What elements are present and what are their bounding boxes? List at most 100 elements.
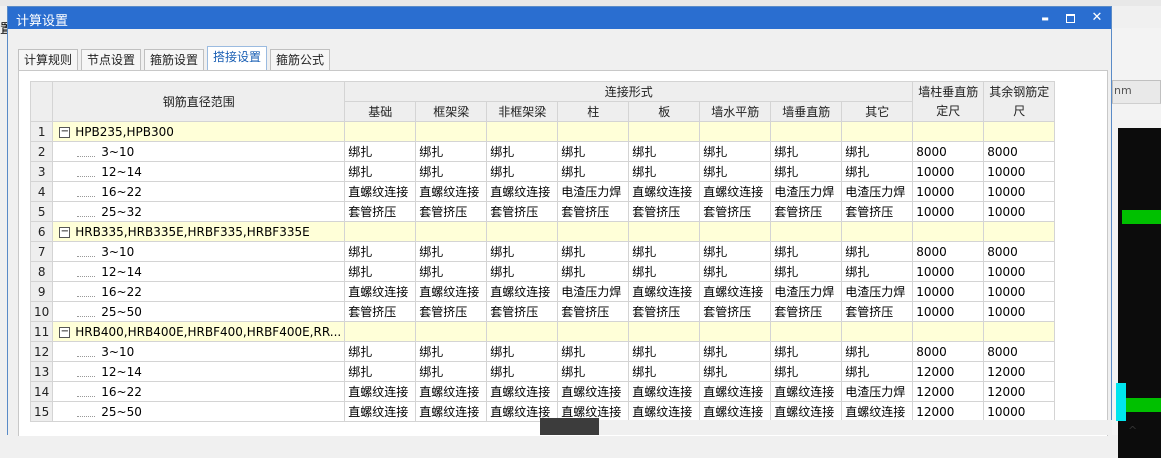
connection-type-cell[interactable]: 绑扎	[486, 361, 559, 382]
connection-type-cell[interactable]: 绑扎	[557, 361, 630, 382]
group-empty-cell[interactable]	[912, 321, 985, 342]
connection-type-cell[interactable]: 绑扎	[557, 161, 630, 182]
group-empty-cell[interactable]	[415, 221, 488, 242]
connection-type-cell[interactable]: 绑扎	[486, 141, 559, 162]
group-row[interactable]: 6− HRB335,HRB335E,HRBF335,HRBF335E	[30, 221, 1056, 242]
connection-type-cell[interactable]: 直螺纹连接	[415, 401, 488, 422]
grade-group-label[interactable]: − HPB235,HPB300	[52, 121, 346, 142]
length-cell[interactable]: 10000	[912, 161, 985, 182]
connection-type-cell[interactable]: 套管挤压	[415, 301, 488, 322]
connection-type-cell[interactable]: 绑扎	[841, 161, 914, 182]
length-cell[interactable]: 10000	[983, 281, 1056, 302]
length-cell[interactable]: 12000	[912, 401, 985, 422]
tab-node-settings[interactable]: 节点设置	[81, 49, 142, 70]
diameter-range-cell[interactable]: 16~22	[52, 381, 346, 402]
connection-type-cell[interactable]: 绑扎	[344, 361, 417, 382]
connection-type-cell[interactable]: 绑扎	[415, 161, 488, 182]
connection-type-cell[interactable]: 直螺纹连接	[628, 401, 701, 422]
length-cell[interactable]: 8000	[983, 141, 1056, 162]
connection-type-cell[interactable]: 直螺纹连接	[770, 401, 843, 422]
diameter-range-cell[interactable]: 25~50	[52, 301, 346, 322]
group-empty-cell[interactable]	[344, 121, 417, 142]
connection-type-cell[interactable]: 套管挤压	[415, 201, 488, 222]
table-row[interactable]: 14 16~22 直螺纹连接 直螺纹连接 直螺纹连接 直螺纹连接 直螺纹连接 直螺纹连接 直螺纹…	[30, 381, 1056, 402]
connection-type-cell[interactable]: 绑扎	[770, 161, 843, 182]
connection-type-cell[interactable]: 绑扎	[699, 361, 772, 382]
connection-type-cell[interactable]: 绑扎	[486, 241, 559, 262]
connection-type-cell[interactable]: 绑扎	[628, 161, 701, 182]
collapse-icon[interactable]: −	[59, 126, 71, 138]
group-empty-cell[interactable]	[486, 321, 559, 342]
group-empty-cell[interactable]	[983, 221, 1056, 242]
maximize-button[interactable]	[1059, 9, 1081, 27]
connection-type-cell[interactable]: 绑扎	[841, 241, 914, 262]
title-bar[interactable]: 计算设置 ▬ ✕	[8, 7, 1111, 29]
connection-type-cell[interactable]: 套管挤压	[699, 201, 772, 222]
group-empty-cell[interactable]	[415, 321, 488, 342]
table-row[interactable]: 2 3~10 绑扎 绑扎 绑扎 绑扎 绑扎 绑扎 绑扎 绑扎 8000 8000	[30, 141, 1056, 162]
connection-type-cell[interactable]: 直螺纹连接	[344, 181, 417, 202]
length-cell[interactable]: 10000	[983, 181, 1056, 202]
connection-type-cell[interactable]: 套管挤压	[486, 301, 559, 322]
collapse-icon[interactable]: −	[59, 326, 71, 338]
length-cell[interactable]: 12000	[912, 361, 985, 382]
connection-type-cell[interactable]: 绑扎	[770, 241, 843, 262]
tab-calc-rules[interactable]: 计算规则	[18, 49, 79, 70]
table-row[interactable]: 12 3~10 绑扎 绑扎 绑扎 绑扎 绑扎 绑扎 绑扎 绑扎 8000 8000	[30, 341, 1056, 362]
connection-type-cell[interactable]: 套管挤压	[628, 301, 701, 322]
connection-type-cell[interactable]: 直螺纹连接	[699, 401, 772, 422]
connection-type-cell[interactable]: 绑扎	[344, 161, 417, 182]
connection-type-cell[interactable]: 绑扎	[344, 141, 417, 162]
connection-type-cell[interactable]: 绑扎	[557, 261, 630, 282]
group-empty-cell[interactable]	[486, 121, 559, 142]
table-row[interactable]: 9 16~22 直螺纹连接 直螺纹连接 直螺纹连接 电渣压力焊 直螺纹连接 直螺纹连接 电渣压力…	[30, 281, 1056, 302]
length-cell[interactable]: 10000	[983, 201, 1056, 222]
table-row[interactable]: 4 16~22 直螺纹连接 直螺纹连接 直螺纹连接 电渣压力焊 直螺纹连接 直螺纹连接 电渣压力…	[30, 181, 1056, 202]
length-cell[interactable]: 10000	[983, 301, 1056, 322]
length-cell[interactable]: 12000	[912, 381, 985, 402]
connection-type-cell[interactable]: 套管挤压	[628, 201, 701, 222]
connection-type-cell[interactable]: 直螺纹连接	[699, 281, 772, 302]
connection-type-cell[interactable]: 电渣压力焊	[841, 281, 914, 302]
group-empty-cell[interactable]	[770, 121, 843, 142]
group-empty-cell[interactable]	[841, 321, 914, 342]
connection-type-cell[interactable]: 电渣压力焊	[770, 181, 843, 202]
close-button[interactable]: ✕	[1086, 9, 1108, 27]
connection-type-cell[interactable]: 电渣压力焊	[557, 181, 630, 202]
connection-type-cell[interactable]: 套管挤压	[770, 301, 843, 322]
connection-type-cell[interactable]: 绑扎	[628, 241, 701, 262]
connection-type-cell[interactable]: 直螺纹连接	[486, 281, 559, 302]
connection-type-cell[interactable]: 绑扎	[415, 341, 488, 362]
table-row[interactable]: 7 3~10 绑扎 绑扎 绑扎 绑扎 绑扎 绑扎 绑扎 绑扎 8000 8000	[30, 241, 1056, 262]
table-row[interactable]: 5 25~32 套管挤压 套管挤压 套管挤压 套管挤压 套管挤压 套管挤压 套管挤压 套管挤压 10…	[30, 201, 1056, 222]
connection-type-cell[interactable]: 绑扎	[557, 341, 630, 362]
connection-type-cell[interactable]: 直螺纹连接	[415, 181, 488, 202]
connection-type-cell[interactable]: 绑扎	[415, 361, 488, 382]
connection-type-cell[interactable]: 绑扎	[699, 141, 772, 162]
connection-type-cell[interactable]: 绑扎	[841, 141, 914, 162]
connection-type-cell[interactable]: 绑扎	[770, 361, 843, 382]
connection-type-cell[interactable]: 套管挤压	[557, 201, 630, 222]
connection-type-cell[interactable]: 绑扎	[841, 261, 914, 282]
connection-type-cell[interactable]: 绑扎	[344, 241, 417, 262]
connection-type-cell[interactable]: 绑扎	[628, 141, 701, 162]
connection-type-cell[interactable]: 直螺纹连接	[344, 401, 417, 422]
group-empty-cell[interactable]	[486, 221, 559, 242]
group-empty-cell[interactable]	[841, 221, 914, 242]
connection-type-cell[interactable]: 绑扎	[486, 261, 559, 282]
group-empty-cell[interactable]	[344, 321, 417, 342]
connection-type-cell[interactable]: 电渣压力焊	[557, 281, 630, 302]
connection-type-cell[interactable]: 直螺纹连接	[415, 381, 488, 402]
group-empty-cell[interactable]	[557, 221, 630, 242]
connection-type-cell[interactable]: 直螺纹连接	[486, 181, 559, 202]
group-empty-cell[interactable]	[699, 321, 772, 342]
connection-type-cell[interactable]: 套管挤压	[699, 301, 772, 322]
connection-type-cell[interactable]: 绑扎	[415, 261, 488, 282]
tab-stirrup-settings[interactable]: 箍筋设置	[144, 49, 205, 70]
group-empty-cell[interactable]	[415, 121, 488, 142]
group-empty-cell[interactable]	[628, 121, 701, 142]
length-cell[interactable]: 8000	[983, 241, 1056, 262]
minimize-button[interactable]: ▬	[1034, 9, 1056, 27]
group-empty-cell[interactable]	[841, 121, 914, 142]
connection-type-cell[interactable]: 直螺纹连接	[344, 281, 417, 302]
